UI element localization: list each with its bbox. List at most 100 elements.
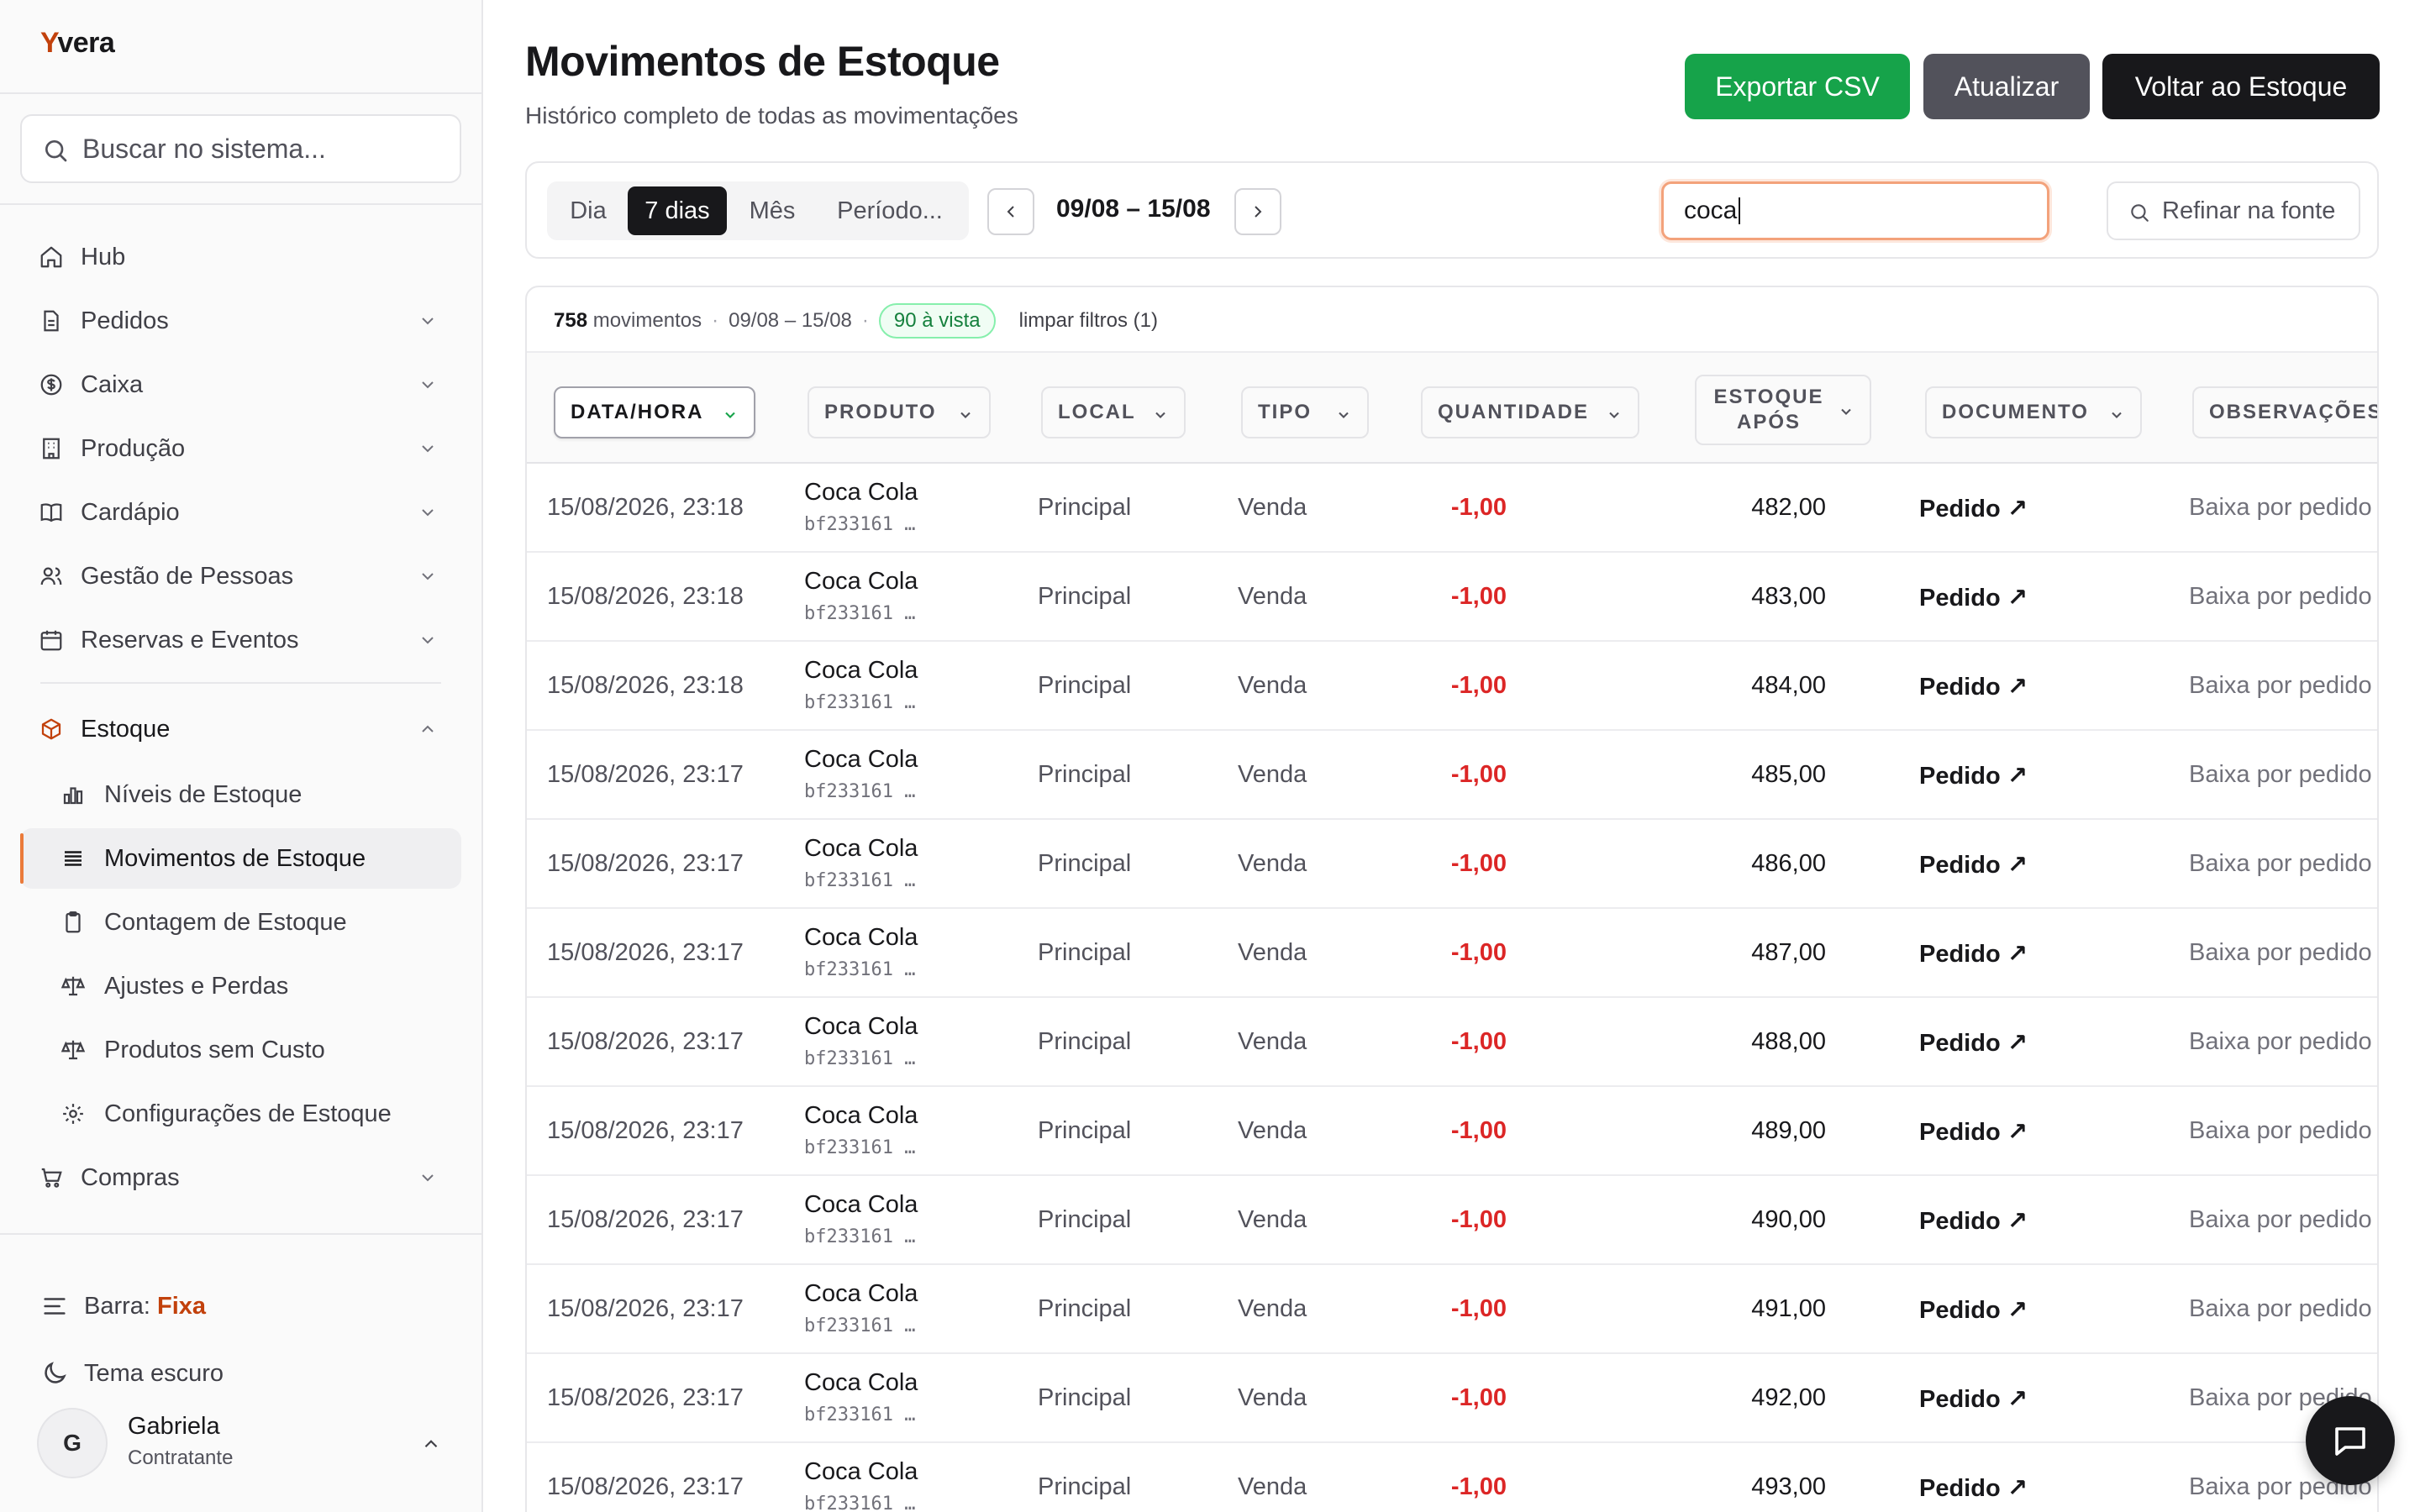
- order-link[interactable]: Pedido ↗: [1919, 494, 2028, 523]
- back-to-stock-button[interactable]: Voltar ao Estoque: [2102, 54, 2380, 119]
- cell-stock-after: 485,00: [1751, 761, 1826, 788]
- order-link[interactable]: Pedido ↗: [1919, 1117, 2028, 1147]
- order-link[interactable]: Pedido ↗: [1919, 761, 2028, 790]
- period-tab-custom[interactable]: Período...: [818, 186, 962, 235]
- order-link[interactable]: Pedido ↗: [1919, 1295, 2028, 1325]
- table-row[interactable]: 15/08/2026, 23:17 Coca Cola bf233161 … Prin…: [527, 1354, 2377, 1443]
- chevron-down-icon: [422, 1174, 434, 1182]
- order-link[interactable]: Pedido ↗: [1919, 583, 2028, 612]
- table-row[interactable]: 15/08/2026, 23:17 Coca Cola bf233161 … Prin…: [527, 820, 2377, 909]
- cell-local: Principal: [1038, 939, 1132, 966]
- table-row[interactable]: 15/08/2026, 23:17 Coca Cola bf233161 … Prin…: [527, 998, 2377, 1087]
- column-header-product[interactable]: PRODUTO: [808, 386, 991, 438]
- table-row[interactable]: 15/08/2026, 23:17 Coca Cola bf233161 … Prin…: [527, 1265, 2377, 1354]
- order-link[interactable]: Pedido ↗: [1919, 1028, 2028, 1058]
- sidebar-item-label: Contagem de Estoque: [104, 908, 347, 936]
- chevron-down-icon: [725, 412, 735, 418]
- next-period-button[interactable]: [1234, 188, 1281, 235]
- column-header-label: PRODUTO: [824, 401, 937, 423]
- sidebar-item-ajustes-perdas[interactable]: Ajustes e Perdas: [20, 956, 461, 1016]
- sidebar-item-config-estoque[interactable]: Configurações de Estoque: [20, 1084, 461, 1144]
- table-row[interactable]: 15/08/2026, 23:17 Coca Cola bf233161 … Prin…: [527, 1087, 2377, 1176]
- table-row[interactable]: 15/08/2026, 23:17 Coca Cola bf233161 … Prin…: [527, 731, 2377, 820]
- chevron-down-icon: [422, 573, 434, 580]
- order-link[interactable]: Pedido ↗: [1919, 939, 2028, 969]
- column-header-date[interactable]: DATA/HORA: [554, 386, 755, 438]
- divider: [0, 1233, 481, 1235]
- column-header-notes[interactable]: OBSERVAÇÕES: [2192, 386, 2377, 438]
- prev-period-button[interactable]: [987, 188, 1034, 235]
- cell-product-code: bf233161 …: [804, 514, 916, 535]
- sidebar-item-producao[interactable]: Produção: [20, 418, 461, 479]
- cell-quantity: -1,00: [1450, 494, 1507, 521]
- column-header-document[interactable]: DOCUMENTO: [1925, 386, 2142, 438]
- refine-source-button[interactable]: Refinar na fonte: [2107, 181, 2360, 240]
- column-header-type[interactable]: TIPO: [1241, 386, 1369, 438]
- cell-notes: Baixa por pedido: [2189, 672, 2372, 699]
- table-row[interactable]: 15/08/2026, 23:18 Coca Cola bf233161 … Prin…: [527, 553, 2377, 642]
- sidebar-item-contagem-estoque[interactable]: Contagem de Estoque: [20, 892, 461, 953]
- sidebar-item-compras[interactable]: Compras: [20, 1147, 461, 1208]
- column-header-local[interactable]: LOCAL: [1041, 386, 1186, 438]
- sidebar-item-niveis-estoque[interactable]: Níveis de Estoque: [20, 764, 461, 825]
- table-row[interactable]: 15/08/2026, 23:18 Coca Cola bf233161 … Prin…: [527, 464, 2377, 553]
- table-row[interactable]: 15/08/2026, 23:17 Coca Cola bf233161 … Prin…: [527, 1176, 2377, 1265]
- order-link[interactable]: Pedido ↗: [1919, 850, 2028, 879]
- chevron-down-icon: [422, 509, 434, 517]
- cell-product-name: Coca Cola: [804, 1458, 918, 1485]
- bar-chart-icon: [63, 787, 83, 805]
- product-filter-input[interactable]: coca: [1661, 181, 2049, 240]
- cell-date: 15/08/2026, 23:17: [547, 1028, 744, 1055]
- cell-type: Venda: [1238, 583, 1307, 610]
- column-header-label: DATA/HORA: [571, 401, 704, 423]
- users-icon: [40, 567, 62, 585]
- sidebar-item-pedidos[interactable]: Pedidos: [20, 291, 461, 351]
- chevron-down-icon: [1339, 412, 1349, 418]
- sidebar-item-estoque[interactable]: Estoque: [20, 699, 461, 759]
- column-header-stock-after[interactable]: ESTOQUE APÓS: [1695, 375, 1871, 445]
- order-link[interactable]: Pedido ↗: [1919, 1384, 2028, 1414]
- sidebar-item-label: Gestão de Pessoas: [81, 562, 294, 590]
- dark-theme-toggle[interactable]: Tema escuro: [40, 1352, 224, 1394]
- cell-date: 15/08/2026, 23:17: [547, 1473, 744, 1500]
- home-icon: [40, 246, 62, 268]
- cell-product-name: Coca Cola: [804, 924, 918, 951]
- building-icon: [43, 438, 60, 459]
- cell-quantity: -1,00: [1450, 1384, 1507, 1411]
- sidebar-item-caixa[interactable]: Caixa: [20, 354, 461, 415]
- sidebar-item-produtos-sem-custo[interactable]: Produtos sem Custo: [20, 1020, 461, 1080]
- clear-filters-link[interactable]: limpar filtros (1): [1019, 309, 1158, 333]
- gear-icon: [63, 1104, 83, 1124]
- refresh-button[interactable]: Atualizar: [1923, 54, 2090, 119]
- table-row[interactable]: 15/08/2026, 23:17 Coca Cola bf233161 … Prin…: [527, 1443, 2377, 1512]
- cell-stock-after: 492,00: [1751, 1384, 1826, 1411]
- chat-button[interactable]: [2306, 1396, 2395, 1485]
- avatar: G: [37, 1408, 108, 1478]
- order-link[interactable]: Pedido ↗: [1919, 672, 2028, 701]
- export-csv-button[interactable]: Exportar CSV: [1685, 54, 1910, 119]
- period-tab-7days[interactable]: 7 dias: [628, 186, 727, 235]
- sidebar-item-gestao-pessoas[interactable]: Gestão de Pessoas: [20, 546, 461, 606]
- cell-product-name: Coca Cola: [804, 746, 918, 773]
- period-tab-month[interactable]: Mês: [730, 186, 814, 235]
- order-link[interactable]: Pedido ↗: [1919, 1206, 2028, 1236]
- order-link[interactable]: Pedido ↗: [1919, 1473, 2028, 1503]
- sidebar-item-cardapio[interactable]: Cardápio: [20, 482, 461, 543]
- cell-local: Principal: [1038, 1384, 1132, 1411]
- cell-notes: Baixa por pedido: [2189, 939, 2372, 966]
- brand-logo[interactable]: Yvera: [40, 27, 115, 60]
- sidebar-item-hub[interactable]: Hub: [20, 227, 461, 287]
- sidebar-item-movimentos-estoque[interactable]: Movimentos de Estoque: [20, 828, 461, 889]
- sidebar-mode-toggle[interactable]: Barra: Fixa: [40, 1285, 206, 1327]
- theme-label: Tema escuro: [84, 1359, 224, 1387]
- sidebar-item-reservas[interactable]: Reservas e Eventos: [20, 610, 461, 670]
- period-tab-day[interactable]: Dia: [552, 186, 624, 235]
- period-selector: Dia 7 dias Mês Período...: [547, 181, 969, 240]
- user-menu[interactable]: G Gabriela Contratante: [37, 1408, 457, 1478]
- cell-product-name: Coca Cola: [804, 1013, 918, 1040]
- table-row[interactable]: 15/08/2026, 23:17 Coca Cola bf233161 … Prin…: [527, 909, 2377, 998]
- cell-notes: Baixa por pedido: [2189, 1295, 2372, 1322]
- table-row[interactable]: 15/08/2026, 23:18 Coca Cola bf233161 … Prin…: [527, 642, 2377, 731]
- column-header-quantity[interactable]: QUANTIDADE: [1421, 386, 1639, 438]
- sidebar-search-input[interactable]: Buscar no sistema...: [20, 114, 461, 183]
